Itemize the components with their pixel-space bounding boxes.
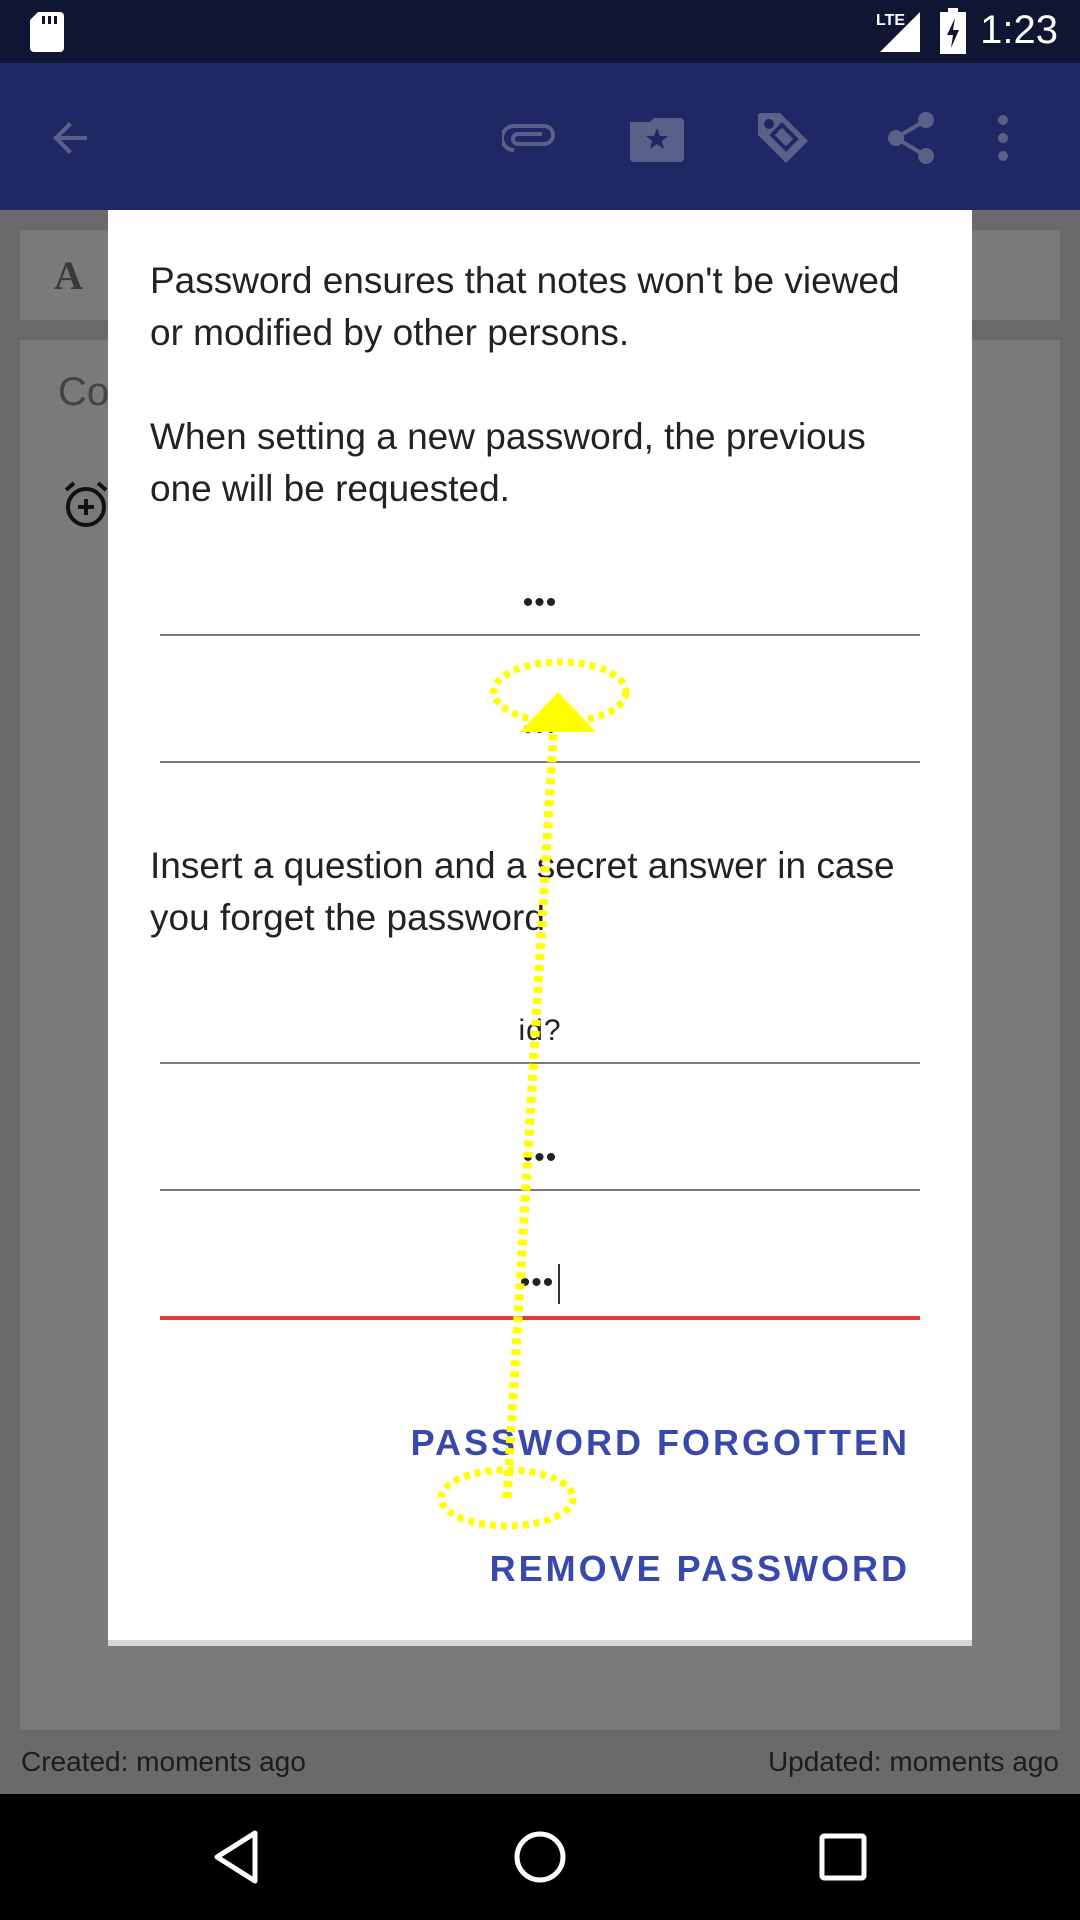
nav-recents-icon[interactable]: [803, 1822, 883, 1892]
system-nav-bar: [0, 1794, 1080, 1920]
note-footer: Created: moments ago Updated: moments ag…: [0, 1732, 1080, 1794]
swipe-gesture-annotation: [437, 658, 630, 1530]
created-timestamp: Created: moments ago: [21, 1746, 306, 1777]
nav-back-icon[interactable]: [196, 1822, 276, 1892]
nav-home-icon[interactable]: [500, 1822, 580, 1892]
updated-timestamp: Updated: moments ago: [767, 1746, 1059, 1777]
